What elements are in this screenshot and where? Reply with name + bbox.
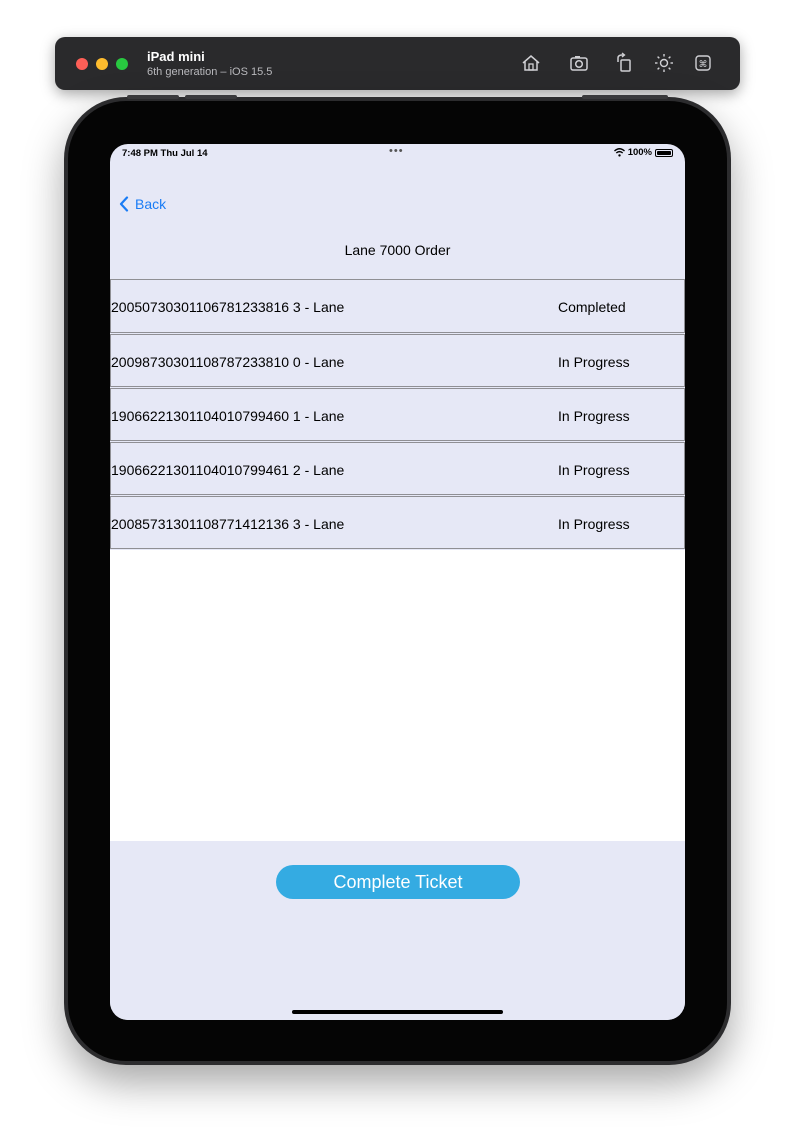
device-screen: 7:48 PM Thu Jul 14 ••• 100% Back Lane 70…	[110, 144, 685, 1020]
volume-down-button	[185, 95, 237, 99]
table-row[interactable]: 20050730301106781233816 3 - Lane Complet…	[110, 280, 685, 333]
order-status: In Progress	[558, 462, 630, 478]
rotate-icon[interactable]	[613, 52, 635, 74]
order-id: 20085731301108771412136 3 - Lane	[111, 516, 345, 532]
complete-ticket-button[interactable]: Complete Ticket	[276, 865, 520, 899]
status-right: 100%	[613, 147, 673, 158]
close-window-button[interactable]	[76, 58, 88, 70]
page-title: Lane 7000 Order	[344, 242, 451, 258]
order-status: In Progress	[558, 354, 630, 370]
volume-up-button	[127, 95, 179, 99]
order-status: Completed	[558, 299, 626, 315]
device-name: iPad mini	[147, 49, 205, 64]
screenshot-icon[interactable]	[568, 52, 590, 74]
device-subtitle: 6th generation – iOS 15.5	[147, 66, 273, 78]
battery-percent: 100%	[627, 147, 652, 158]
order-status: In Progress	[558, 516, 630, 532]
back-label: Back	[135, 196, 167, 212]
top-power-button	[582, 95, 668, 99]
chevron-left-icon	[119, 196, 129, 212]
simulator-toolbar: iPad mini 6th generation – iOS 15.5 ⌘	[55, 37, 740, 90]
table-row[interactable]: 19066221301104010799461 2 - Lane In Prog…	[110, 442, 685, 495]
table-row[interactable]: 19066221301104010799460 1 - Lane In Prog…	[110, 388, 685, 441]
status-time: 7:48 PM Thu Jul 14	[122, 148, 208, 159]
order-id: 20098730301108787233810 0 - Lane	[111, 354, 345, 370]
minimize-window-button[interactable]	[96, 58, 108, 70]
back-button[interactable]: Back	[119, 196, 166, 212]
table-row[interactable]: 20085731301108771412136 3 - Lane In Prog…	[110, 496, 685, 549]
multitasking-dots[interactable]: •••	[389, 145, 404, 157]
home-icon[interactable]	[520, 52, 542, 74]
battery-icon	[655, 148, 673, 157]
status-bar: 7:48 PM Thu Jul 14 ••• 100%	[110, 144, 685, 164]
zoom-window-button[interactable]	[116, 58, 128, 70]
svg-text:⌘: ⌘	[699, 60, 708, 70]
order-id: 20050730301106781233816 3 - Lane	[111, 299, 345, 315]
order-status: In Progress	[558, 408, 630, 424]
keyboard-icon[interactable]: ⌘	[692, 52, 714, 74]
home-indicator[interactable]	[292, 1010, 503, 1014]
orders-table: 20050730301106781233816 3 - Lane Complet…	[110, 279, 685, 549]
order-id: 19066221301104010799460 1 - Lane	[111, 408, 345, 424]
wifi-icon	[613, 148, 625, 157]
table-row[interactable]: 20098730301108787233810 0 - Lane In Prog…	[110, 334, 685, 387]
order-id: 19066221301104010799461 2 - Lane	[111, 462, 345, 478]
empty-content-area	[110, 550, 685, 841]
appearance-icon[interactable]	[653, 52, 675, 74]
